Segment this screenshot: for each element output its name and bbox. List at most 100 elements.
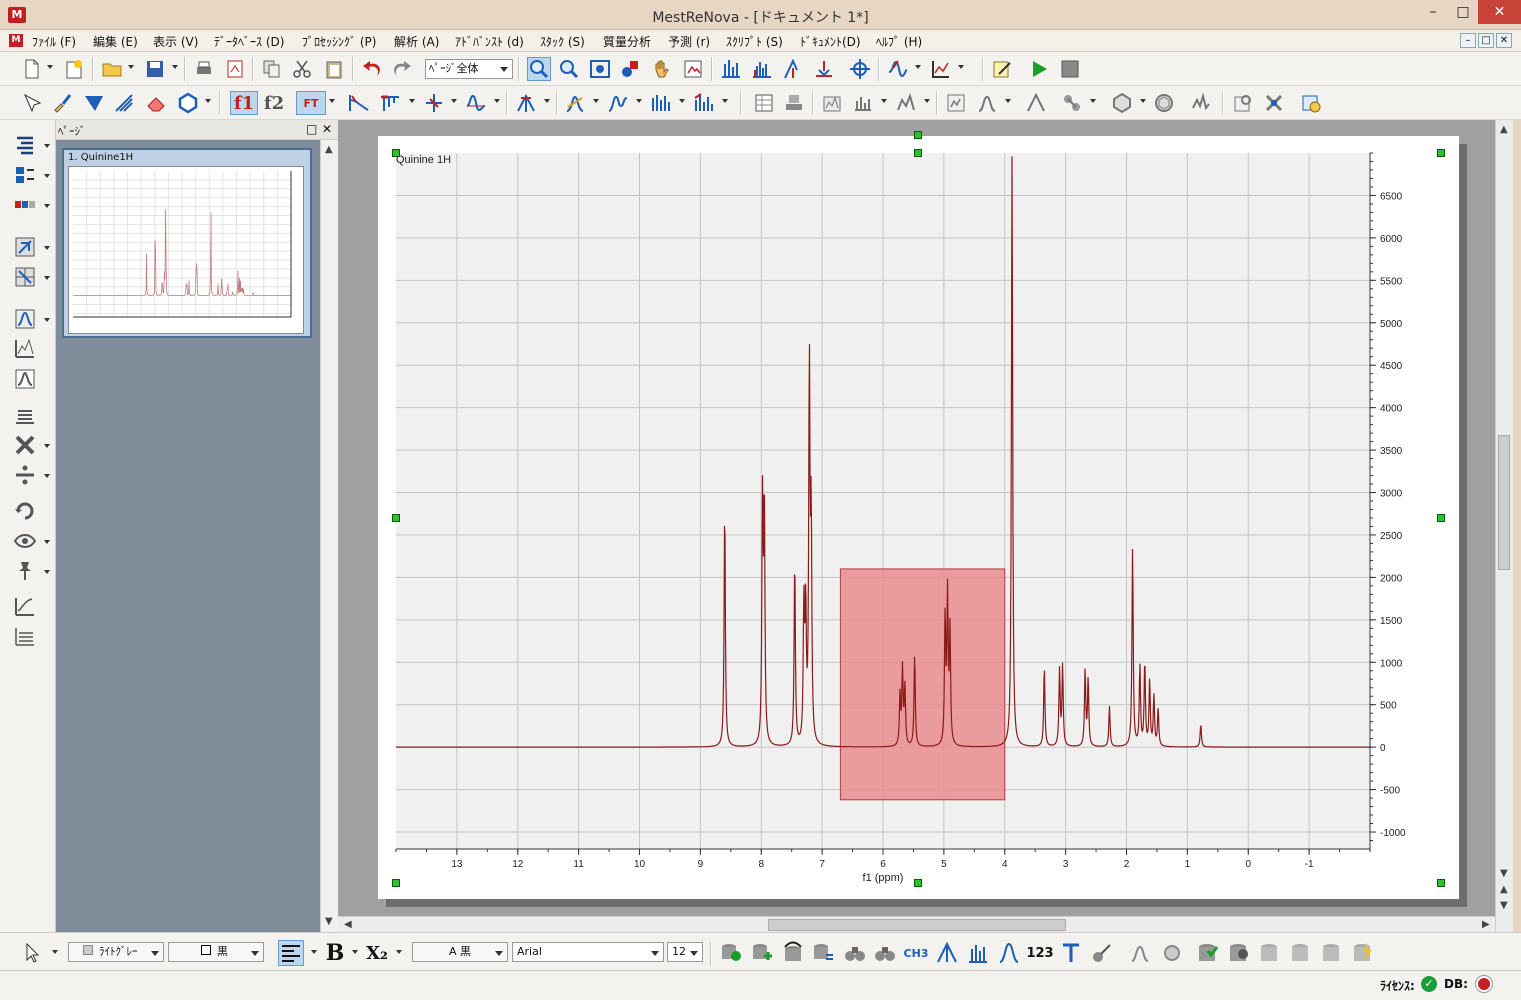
multiplet-search-icon[interactable] <box>965 940 991 966</box>
vscroll-page-up-icon[interactable]: ▲ <box>1500 884 1508 895</box>
panel-float-button[interactable]: □ <box>306 122 317 136</box>
hex-molecule-icon[interactable] <box>1110 91 1134 115</box>
assign-icon[interactable] <box>1024 91 1048 115</box>
snapshot-icon[interactable] <box>681 57 705 81</box>
run-icon[interactable] <box>1027 57 1051 81</box>
rotate-icon[interactable] <box>12 498 38 524</box>
db-lightning-icon[interactable] <box>1350 940 1376 966</box>
f2-button[interactable]: f2 <box>260 91 288 115</box>
molecule-icon[interactable] <box>1060 91 1084 115</box>
hscroll-thumb[interactable] <box>768 919 1066 931</box>
vscroll-page-down-icon[interactable]: ▼ <box>1500 900 1508 911</box>
vscroll-down-icon[interactable]: ▼ <box>1500 868 1508 879</box>
hscroll-left-icon[interactable]: ◀ <box>344 919 352 930</box>
page-thumbnail[interactable]: 1. Quinine1H <box>62 148 312 338</box>
rotate-handle[interactable] <box>914 131 922 139</box>
maximize-button[interactable]: □ <box>1448 0 1478 24</box>
db-export-icon[interactable] <box>1257 940 1283 966</box>
baseline-correction-icon[interactable] <box>464 91 488 115</box>
peak-picking-icon[interactable] <box>719 57 743 81</box>
triangle-icon[interactable] <box>82 91 106 115</box>
crop-icon[interactable] <box>12 234 38 260</box>
line-color-select[interactable]: 黒 <box>168 942 264 962</box>
brush-icon[interactable] <box>50 91 74 115</box>
menu-predict[interactable]: 予測 (r) <box>668 33 710 50</box>
text-search-icon[interactable] <box>1058 940 1084 966</box>
ch3-search-button[interactable]: CH3 <box>903 940 929 966</box>
eraser-icon[interactable] <box>144 91 168 115</box>
pages-panel-scrollbar[interactable]: ▲ ▼ <box>320 140 338 932</box>
menu-processing[interactable]: ﾌﾟﾛｾｯｼﾝｸﾞ (P) <box>302 33 376 50</box>
resize-handle-top-right[interactable] <box>1437 149 1445 157</box>
zoom-region-icon[interactable] <box>618 57 642 81</box>
text-list-icon[interactable] <box>12 132 38 158</box>
stacked-spectra-icon[interactable] <box>12 336 38 362</box>
delete-icon[interactable] <box>12 432 38 458</box>
subscript-button[interactable]: X₂ <box>364 940 390 966</box>
menu-mass-spec[interactable]: 質量分析 <box>603 33 651 50</box>
zoom-in-icon[interactable] <box>527 57 551 81</box>
pan-hand-icon[interactable] <box>650 57 674 81</box>
manual-peak-icon[interactable] <box>563 91 587 115</box>
horizontal-scrollbar[interactable]: ◀ ▶ <box>338 916 1495 932</box>
divide-icon[interactable] <box>12 462 38 488</box>
nmr-spectrum-plot[interactable]: 13 12 11 10 9 8 7 6 5 4 3 2 1 0 -1 6500600055005000450… <box>378 136 1459 899</box>
scroll-down-arrow-icon[interactable]: ▼ <box>325 916 333 927</box>
menu-help[interactable]: ﾍﾙﾌﾟ (H) <box>876 33 922 50</box>
new-document-icon[interactable] <box>20 57 44 81</box>
grid-icon[interactable] <box>12 264 38 290</box>
zero-filling-icon[interactable] <box>378 91 402 115</box>
tools-icon[interactable] <box>1262 91 1286 115</box>
db-view-icon[interactable] <box>780 940 806 966</box>
resize-handle-bottom[interactable] <box>914 879 922 887</box>
db-list-icon[interactable] <box>810 940 836 966</box>
multiplet-icon[interactable] <box>750 57 774 81</box>
undo-icon[interactable] <box>360 57 384 81</box>
export-pdf-icon[interactable] <box>223 57 247 81</box>
menu-stack[interactable]: ｽﾀｯｸ (S) <box>540 33 585 50</box>
edit-script-icon[interactable] <box>990 57 1014 81</box>
peak-search-icon[interactable] <box>934 940 960 966</box>
verify-icon[interactable] <box>975 91 999 115</box>
resize-handle-right[interactable] <box>1437 514 1445 522</box>
reference-icon[interactable] <box>514 91 538 115</box>
new-page-icon[interactable] <box>62 57 86 81</box>
fill-color-select[interactable]: ﾗｲﾄｸﾞﾚｰ <box>68 942 164 962</box>
font-size-select[interactable]: 12 <box>667 942 703 962</box>
resize-handle-bottom-left[interactable] <box>392 879 400 887</box>
peak-fit-icon[interactable] <box>606 91 630 115</box>
data-table-icon[interactable] <box>752 91 776 115</box>
menu-analysis[interactable]: 解析 (A) <box>394 33 439 50</box>
binoculars-search-icon[interactable] <box>872 940 898 966</box>
f1-button[interactable]: f1 <box>230 91 258 115</box>
layout-icon[interactable] <box>12 162 38 188</box>
license-ok-icon[interactable]: ✓ <box>1421 976 1437 992</box>
db-green-icon[interactable] <box>718 940 744 966</box>
minimize-button[interactable]: – <box>1418 0 1448 24</box>
text-color-select[interactable]: A 黒 <box>412 942 508 962</box>
zoom-select[interactable]: ﾍﾟｰｼﾞ全体 <box>425 59 513 79</box>
vertical-scrollbar[interactable]: ▲ ▼ ▲ ▼ <box>1495 120 1513 932</box>
single-peak-icon[interactable] <box>12 366 38 392</box>
multi-line-icon[interactable] <box>112 91 136 115</box>
mdi-minimize-button[interactable]: – <box>1460 33 1476 48</box>
ft-button[interactable]: FT <box>296 91 326 115</box>
fit-icon[interactable] <box>588 57 612 81</box>
table-chart-icon[interactable] <box>12 624 38 650</box>
structure-search-icon[interactable] <box>1089 940 1115 966</box>
menu-view[interactable]: 表示 (V) <box>153 33 198 50</box>
pin-icon[interactable] <box>12 558 38 584</box>
document-icon[interactable]: M <box>9 34 23 47</box>
mdi-close-button[interactable]: ✕ <box>1496 33 1512 48</box>
select-tool-icon[interactable] <box>20 91 44 115</box>
integrate-icon[interactable] <box>781 57 805 81</box>
vscroll-thumb[interactable] <box>1498 435 1510 570</box>
save-icon[interactable] <box>143 57 167 81</box>
align-left-icon[interactable] <box>278 940 304 966</box>
color-legend-icon[interactable] <box>12 192 38 218</box>
range-search-icon[interactable] <box>996 940 1022 966</box>
scroll-up-arrow-icon[interactable]: ▲ <box>325 144 333 155</box>
db-add-icon[interactable] <box>749 940 775 966</box>
stop-icon[interactable] <box>1058 57 1082 81</box>
arrayed-icon[interactable] <box>894 91 918 115</box>
